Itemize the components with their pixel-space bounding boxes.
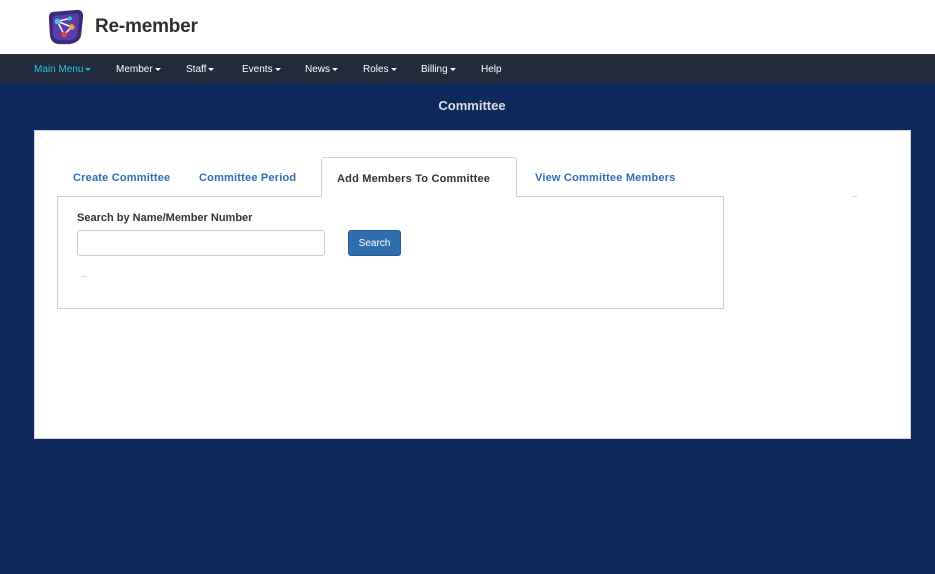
caret-down-icon <box>154 67 161 71</box>
tab-create-committee[interactable]: Create Committee <box>73 157 170 197</box>
nav-help-label: Help <box>481 64 502 75</box>
nav-billing-label: Billing <box>421 64 448 75</box>
main-navbar: Main Menu Member Staff Events News Roles… <box>0 54 935 84</box>
caret-down-icon <box>274 67 281 71</box>
page-title: Committee <box>438 98 506 113</box>
search-field-label: Search by Name/Member Number <box>77 212 253 224</box>
committee-card: Create Committee Committee Period Add Me… <box>34 130 911 439</box>
caret-down-icon <box>332 67 339 71</box>
tab-add-members-to-committee[interactable]: Add Members To Committee <box>321 157 517 197</box>
nav-staff-label: Staff <box>186 64 207 75</box>
caret-down-icon <box>390 67 397 71</box>
tab-committee-period[interactable]: Committee Period <box>199 157 296 197</box>
caret-down-icon <box>85 67 92 71</box>
nav-news-label: News <box>305 64 331 75</box>
nav-news[interactable]: News <box>305 54 339 84</box>
tab-view-committee-members[interactable]: View Committee Members <box>535 157 676 197</box>
nav-help[interactable]: Help <box>481 54 502 84</box>
divider <box>852 196 857 197</box>
nav-main-menu[interactable]: Main Menu <box>34 54 92 84</box>
divider <box>81 276 87 277</box>
nav-roles-label: Roles <box>363 64 389 75</box>
nav-roles[interactable]: Roles <box>363 54 397 84</box>
nav-staff[interactable]: Staff <box>186 54 215 84</box>
caret-down-icon <box>208 67 215 71</box>
search-button[interactable]: Search <box>348 230 401 256</box>
search-input[interactable] <box>77 230 325 256</box>
top-header: Re-member <box>0 0 935 54</box>
nav-billing[interactable]: Billing <box>421 54 456 84</box>
nav-events[interactable]: Events <box>242 54 281 84</box>
nav-events-label: Events <box>242 64 273 75</box>
nav-member[interactable]: Member <box>116 54 161 84</box>
nav-member-label: Member <box>116 64 153 75</box>
caret-down-icon <box>449 67 456 71</box>
remember-logo-icon[interactable] <box>47 8 85 46</box>
add-members-panel: Search by Name/Member Number Search <box>57 196 724 309</box>
brand-name: Re-member <box>95 16 198 37</box>
nav-main-menu-label: Main Menu <box>34 64 84 75</box>
